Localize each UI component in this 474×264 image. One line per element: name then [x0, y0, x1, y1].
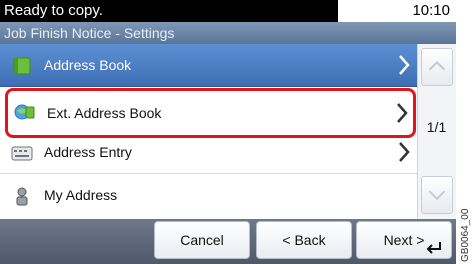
list-item-label: Ext. Address Book: [47, 105, 162, 121]
scroll-down-button[interactable]: [421, 176, 453, 214]
chevron-up-icon: [428, 60, 446, 71]
list-item-label: Address Book: [44, 57, 132, 73]
screen-title: Job Finish Notice - Settings: [0, 22, 456, 44]
list-item-label: Address Entry: [44, 144, 132, 160]
page-indicator: 1/1: [426, 119, 447, 135]
keyboard-icon: [11, 146, 33, 161]
bottom-bar: Cancel < Back Next >: [0, 219, 456, 264]
side-code-text: GB0064_00: [460, 208, 471, 262]
cancel-button[interactable]: Cancel: [154, 221, 250, 259]
chevron-right-icon: [399, 142, 410, 162]
status-message: Ready to copy.: [0, 0, 338, 22]
person-icon: [16, 187, 28, 206]
list-item-address-book[interactable]: Address Book: [0, 44, 417, 87]
destination-list: Address Book Ext. Address Book Address E…: [0, 44, 417, 219]
status-bar: Ready to copy. 10:10: [0, 0, 456, 22]
address-book-icon: [13, 57, 31, 75]
next-button-label: Next >: [383, 232, 425, 248]
side-code: GB0064_00: [456, 0, 474, 264]
ext-address-book-icon: [14, 104, 35, 120]
list-item-my-address[interactable]: My Address: [0, 174, 417, 219]
status-time: 10:10: [412, 2, 450, 19]
chevron-down-icon: [428, 190, 446, 201]
next-button[interactable]: Next >: [356, 221, 452, 259]
list-item-address-entry[interactable]: Address Entry: [0, 131, 417, 174]
back-button[interactable]: < Back: [256, 221, 352, 259]
chevron-right-icon: [399, 55, 410, 75]
enter-icon: [426, 242, 441, 254]
scroll-up-button[interactable]: [421, 48, 453, 86]
list-item-label: My Address: [44, 187, 118, 203]
chevron-right-icon: [397, 103, 408, 123]
